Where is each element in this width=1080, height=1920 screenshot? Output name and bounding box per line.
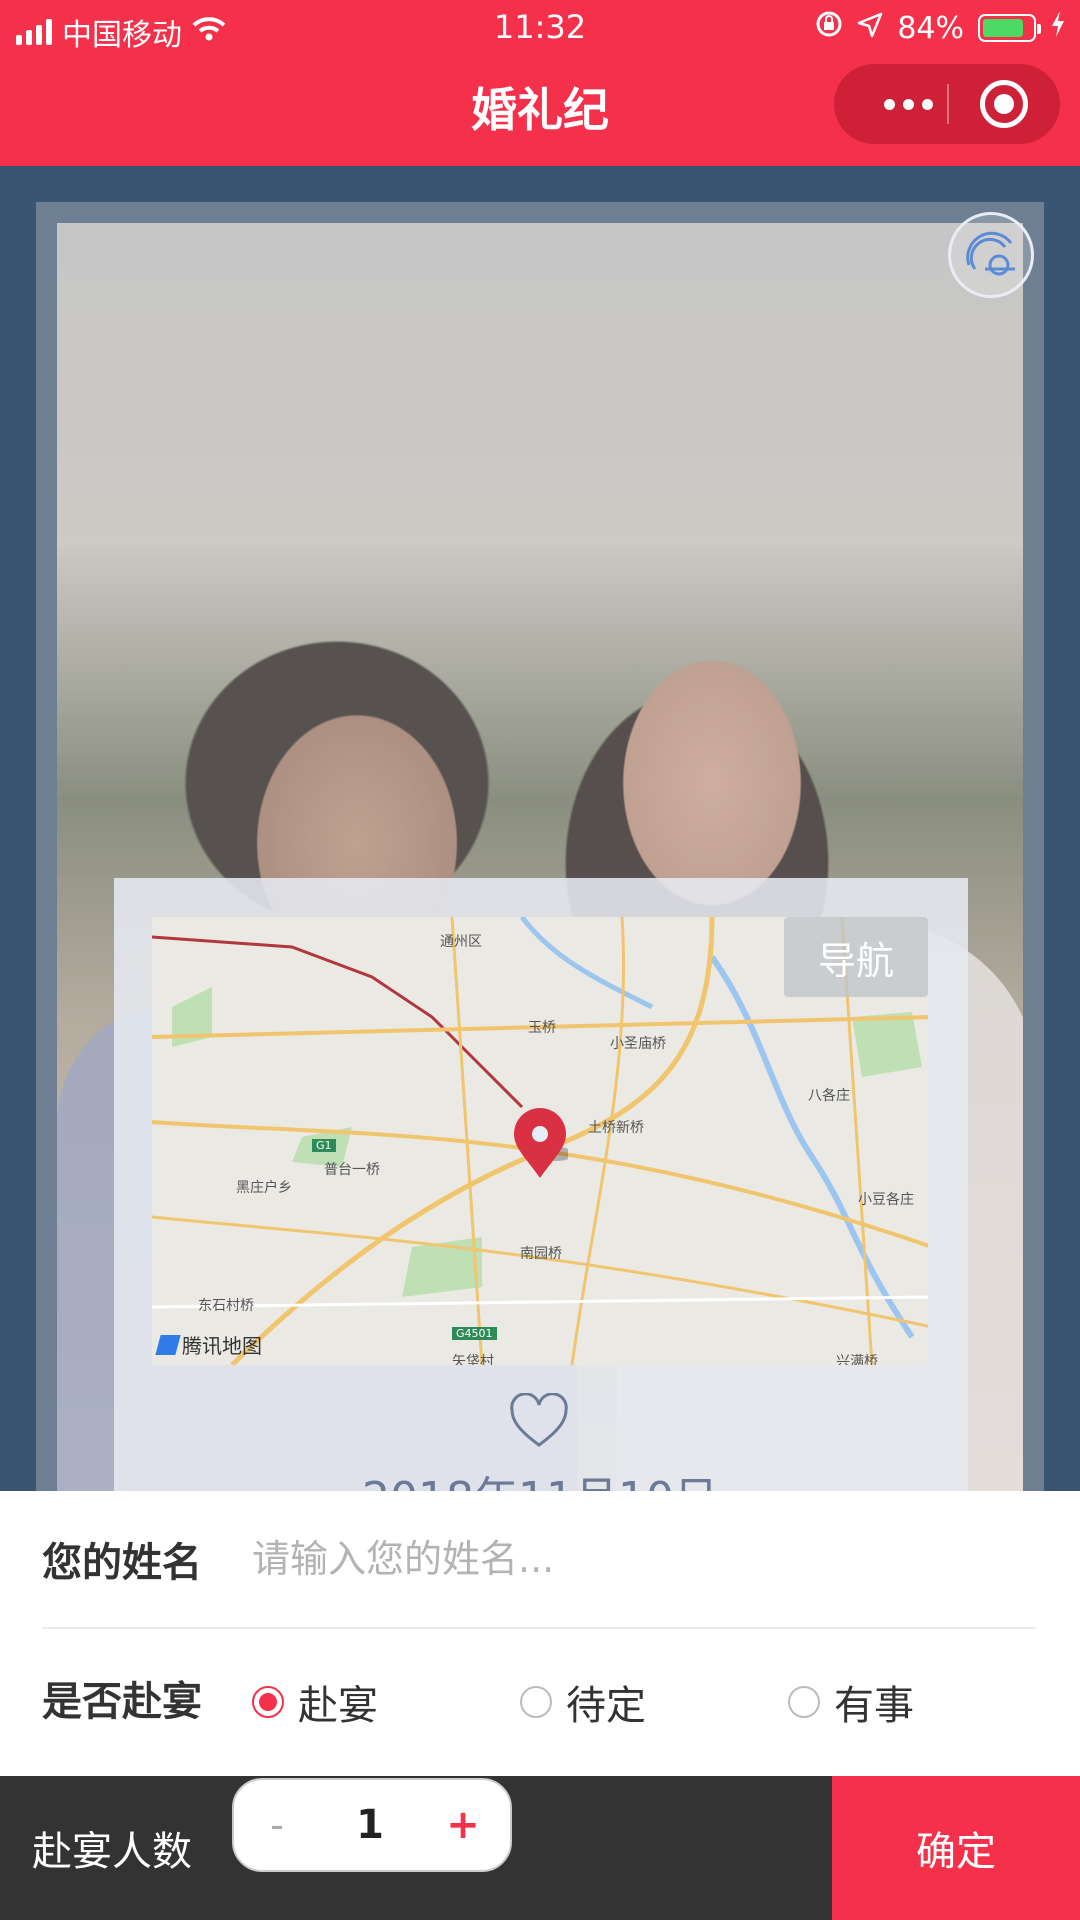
more-icon[interactable] <box>868 64 948 144</box>
map-label: 东石村桥 <box>198 1298 254 1314</box>
radio-label: 待定 <box>566 1683 646 1729</box>
map-label: 八各庄 <box>808 1088 850 1104</box>
radio-busy[interactable]: 有事 <box>788 1673 914 1731</box>
road-badge: G1 <box>312 1139 336 1152</box>
map-label: 土桥新桥 <box>588 1120 644 1136</box>
rsvp-form: 您的姓名 是否赴宴 赴宴 待定 有事 <box>0 1491 1080 1776</box>
increment-button[interactable]: + <box>420 1802 506 1848</box>
app-header: 中国移动 11:32 84% 婚礼纪 <box>0 0 1080 166</box>
music-toggle-icon[interactable] <box>948 212 1034 298</box>
guest-count-value: 1 <box>356 1802 384 1848</box>
radio-label: 有事 <box>834 1683 914 1729</box>
location-arrow-icon <box>857 11 883 46</box>
confirm-button[interactable]: 确定 <box>832 1776 1080 1920</box>
map-pin-icon <box>514 1108 568 1178</box>
capsule-divider <box>947 84 949 124</box>
decrement-button[interactable]: - <box>234 1803 320 1847</box>
name-input[interactable] <box>252 1537 952 1581</box>
radio-checked-icon <box>252 1686 284 1718</box>
close-target-icon[interactable] <box>980 80 1028 128</box>
bottom-bar: 赴宴人数 确定 <box>0 1776 1080 1920</box>
radio-unchecked-icon <box>788 1686 820 1718</box>
guest-count-label: 赴宴人数 <box>32 1829 192 1875</box>
charging-icon <box>1050 10 1066 46</box>
radio-label: 赴宴 <box>298 1683 378 1729</box>
road-badge: G4501 <box>452 1327 497 1340</box>
attend-row: 是否赴宴 赴宴 待定 有事 <box>42 1629 1036 1767</box>
map-label: 普台一桥 <box>324 1162 380 1178</box>
map-label: 小豆各庄 <box>858 1192 914 1208</box>
attend-label: 是否赴宴 <box>42 1679 202 1725</box>
map-label: 黑庄户乡 <box>236 1180 292 1196</box>
name-row: 您的姓名 <box>42 1491 1036 1629</box>
tencent-map-logo-icon <box>155 1334 181 1355</box>
navigate-button[interactable]: 导航 <box>784 917 928 997</box>
battery-icon <box>978 14 1041 42</box>
battery-percent: 84% <box>897 10 964 46</box>
map-label: 矢垡村 <box>452 1354 494 1365</box>
map-label: 小圣庙桥 <box>610 1036 666 1052</box>
miniprogram-capsule <box>834 64 1060 144</box>
name-label: 您的姓名 <box>42 1540 202 1586</box>
map-label: 玉桥 <box>528 1020 556 1036</box>
map-brand: 腾讯地图 <box>155 1330 262 1359</box>
orientation-lock-icon <box>815 10 843 46</box>
status-bar: 中国移动 11:32 84% <box>0 0 1080 54</box>
radio-unchecked-icon <box>520 1686 552 1718</box>
radio-attend[interactable]: 赴宴 <box>252 1673 378 1731</box>
radio-undecided[interactable]: 待定 <box>520 1673 646 1731</box>
map-label: 通州区 <box>440 934 482 950</box>
heart-icon <box>510 1393 568 1447</box>
map-label: 南园桥 <box>520 1246 562 1262</box>
map-label: 兴满桥 <box>836 1354 878 1365</box>
guest-count-stepper: - 1 + <box>232 1778 512 1872</box>
